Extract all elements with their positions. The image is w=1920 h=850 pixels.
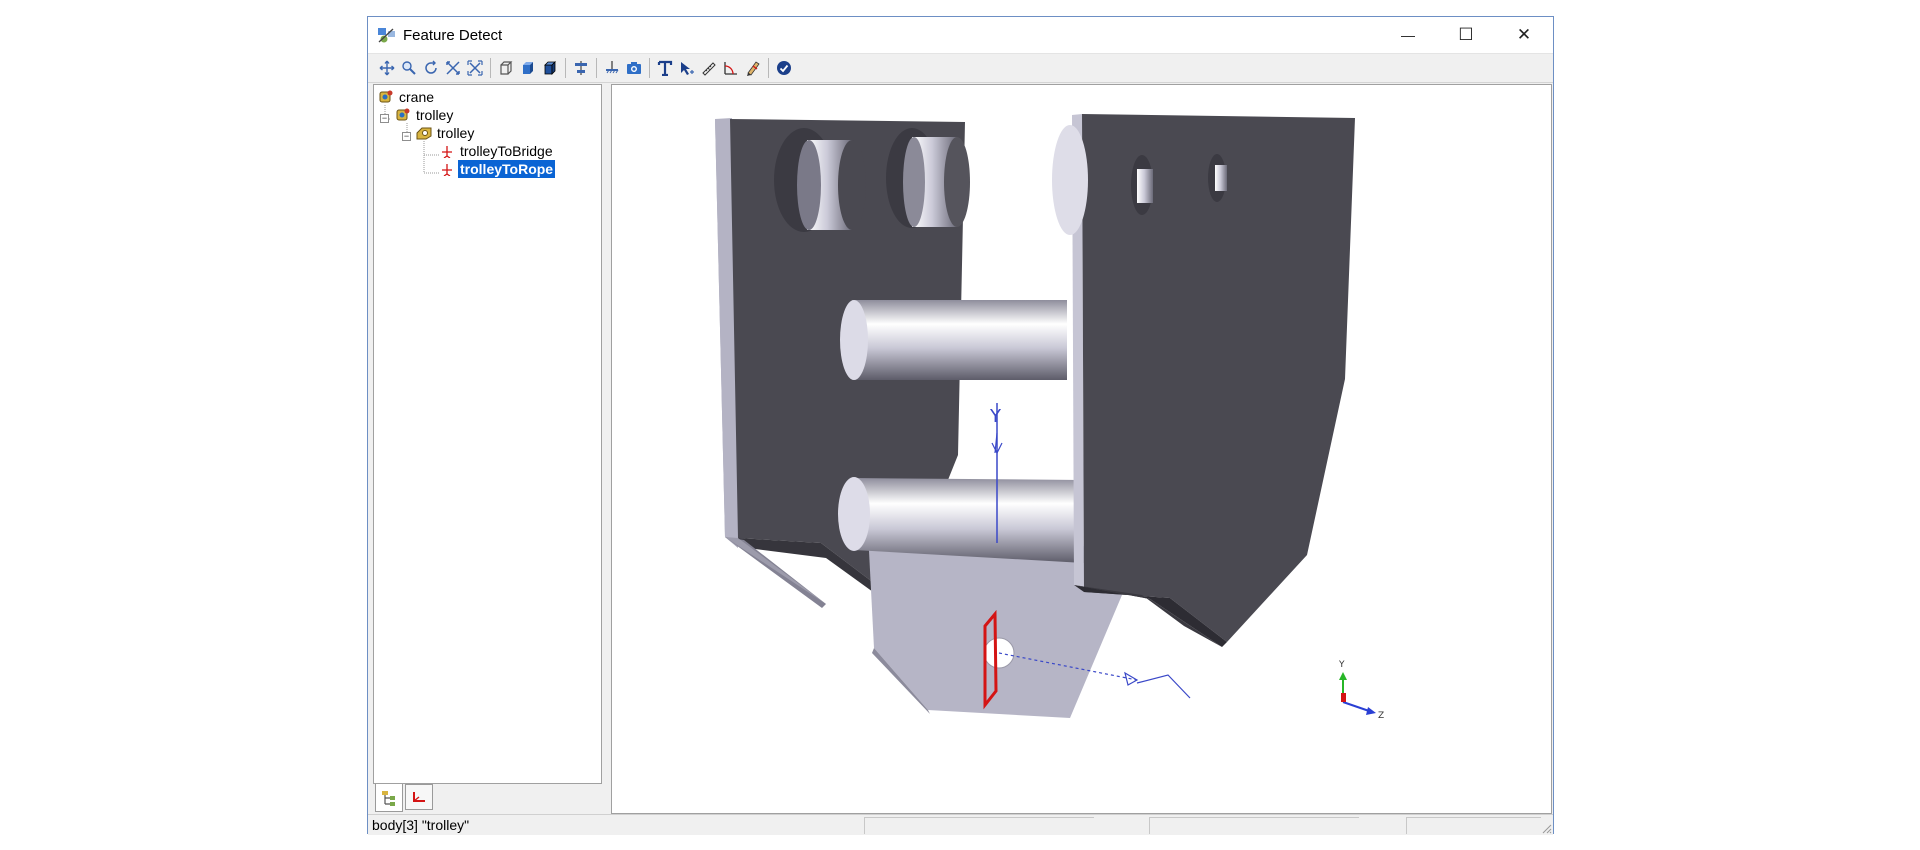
tree-node-trolley-part[interactable]: trolley bbox=[416, 123, 476, 143]
upper-crossbar[interactable] bbox=[840, 300, 1067, 380]
collapse-toggle[interactable]: − bbox=[402, 132, 411, 141]
tree-node-label: trolley bbox=[416, 107, 454, 123]
window-controls: — ☐ ✕ bbox=[1379, 17, 1553, 53]
panel-tab-strip bbox=[373, 784, 602, 814]
resize-grip-icon[interactable] bbox=[1540, 822, 1552, 834]
assembly-icon bbox=[396, 108, 410, 121]
minimize-icon: — bbox=[1401, 27, 1415, 43]
toolbar-separator bbox=[490, 58, 491, 78]
rotate-button[interactable] bbox=[420, 57, 442, 79]
collapse-toggle[interactable]: − bbox=[380, 114, 389, 123]
model-tree-tab-icon bbox=[382, 790, 395, 806]
accept-icon bbox=[777, 61, 791, 75]
zoom-button[interactable] bbox=[398, 57, 420, 79]
wireframe-button[interactable] bbox=[495, 57, 517, 79]
shaded-button[interactable] bbox=[517, 57, 539, 79]
shaded-edges-button[interactable] bbox=[539, 57, 561, 79]
toolbar bbox=[368, 53, 1553, 83]
rotate-icon bbox=[425, 60, 437, 74]
tree-node-crane[interactable]: crane bbox=[378, 87, 436, 107]
camera-icon bbox=[627, 62, 641, 74]
toolbar-separator bbox=[565, 58, 566, 78]
measure-angle-button[interactable] bbox=[720, 57, 742, 79]
status-pane bbox=[1406, 817, 1541, 834]
toolbar-separator bbox=[596, 58, 597, 78]
camera-button[interactable] bbox=[623, 57, 645, 79]
pencil-icon bbox=[747, 61, 760, 76]
tree-node-label: trolleyToBridge bbox=[460, 143, 553, 159]
tree-node-trolleyToBridge[interactable]: trolleyToBridge bbox=[440, 141, 555, 161]
part-icon bbox=[416, 127, 432, 140]
fit-selected-button[interactable] bbox=[464, 57, 486, 79]
tree-node-label: trolley bbox=[437, 125, 475, 141]
accept-button[interactable] bbox=[773, 57, 795, 79]
tree-node-trolley-assembly[interactable]: trolley bbox=[395, 105, 455, 125]
tree-node-label: crane bbox=[399, 89, 435, 105]
fit-selected-icon bbox=[467, 60, 483, 76]
title-bar: Feature Detect — ☐ ✕ bbox=[368, 17, 1553, 53]
toolbar-separator bbox=[768, 58, 769, 78]
ground-icon bbox=[606, 61, 619, 74]
text-icon bbox=[657, 60, 673, 76]
fit-all-button[interactable] bbox=[442, 57, 464, 79]
right-side-plate[interactable] bbox=[1052, 114, 1355, 647]
select-pointer-button[interactable] bbox=[676, 57, 698, 79]
joint-frame-icon bbox=[442, 146, 452, 158]
align-button[interactable] bbox=[570, 57, 592, 79]
3d-viewport[interactable]: Y Y Z bbox=[611, 84, 1552, 814]
shaded-icon bbox=[523, 62, 533, 74]
tree-node-trolleyToRope[interactable]: trolleyToRope bbox=[440, 159, 556, 179]
measure-angle-icon bbox=[724, 62, 737, 75]
window-title: Feature Detect bbox=[403, 26, 503, 44]
ground-button[interactable] bbox=[601, 57, 623, 79]
minimize-button[interactable]: — bbox=[1379, 17, 1437, 53]
joint-frame-icon bbox=[442, 164, 452, 176]
zoom-icon bbox=[402, 61, 416, 75]
triad-z-label: Z bbox=[1378, 711, 1384, 721]
assembly-icon bbox=[379, 90, 393, 103]
status-pane bbox=[1149, 817, 1359, 834]
tree-node-label: trolleyToRope bbox=[458, 160, 556, 178]
tab-model-tree[interactable] bbox=[375, 784, 403, 812]
lower-crossbar[interactable] bbox=[838, 477, 1084, 563]
features-tab-icon bbox=[413, 792, 425, 802]
fit-all-icon bbox=[446, 61, 460, 75]
shaded-edges-icon bbox=[544, 61, 556, 75]
align-icon bbox=[575, 61, 587, 75]
maximize-button[interactable]: ☐ bbox=[1437, 17, 1495, 53]
wireframe-icon bbox=[500, 61, 513, 75]
feature-detect-window: Feature Detect — ☐ ✕ crane − trolley − t… bbox=[367, 16, 1554, 835]
status-bar: body[3] "trolley" bbox=[368, 814, 1553, 835]
frame-axis-label: Y bbox=[989, 406, 1002, 427]
3d-model-render[interactable]: Y Y Z bbox=[612, 85, 1552, 814]
measure-distance-icon bbox=[702, 62, 716, 76]
measure-distance-button[interactable] bbox=[698, 57, 720, 79]
model-tree-panel: crane − trolley − trolley trolleyToBridg… bbox=[373, 84, 602, 784]
pan-icon bbox=[379, 60, 395, 76]
status-text: body[3] "trolley" bbox=[372, 817, 470, 833]
close-icon: ✕ bbox=[1516, 25, 1532, 44]
triad-y-label: Y bbox=[1338, 660, 1345, 670]
tab-features[interactable] bbox=[405, 784, 433, 810]
pencil-button[interactable] bbox=[742, 57, 764, 79]
close-button[interactable]: ✕ bbox=[1495, 17, 1553, 53]
pan-button[interactable] bbox=[376, 57, 398, 79]
app-icon bbox=[378, 28, 395, 43]
maximize-icon: ☐ bbox=[1458, 25, 1474, 44]
select-pointer-icon bbox=[681, 62, 694, 75]
orientation-triad: Y Z bbox=[1338, 660, 1384, 721]
status-pane bbox=[864, 817, 1094, 834]
toolbar-separator bbox=[649, 58, 650, 78]
text-button[interactable] bbox=[654, 57, 676, 79]
